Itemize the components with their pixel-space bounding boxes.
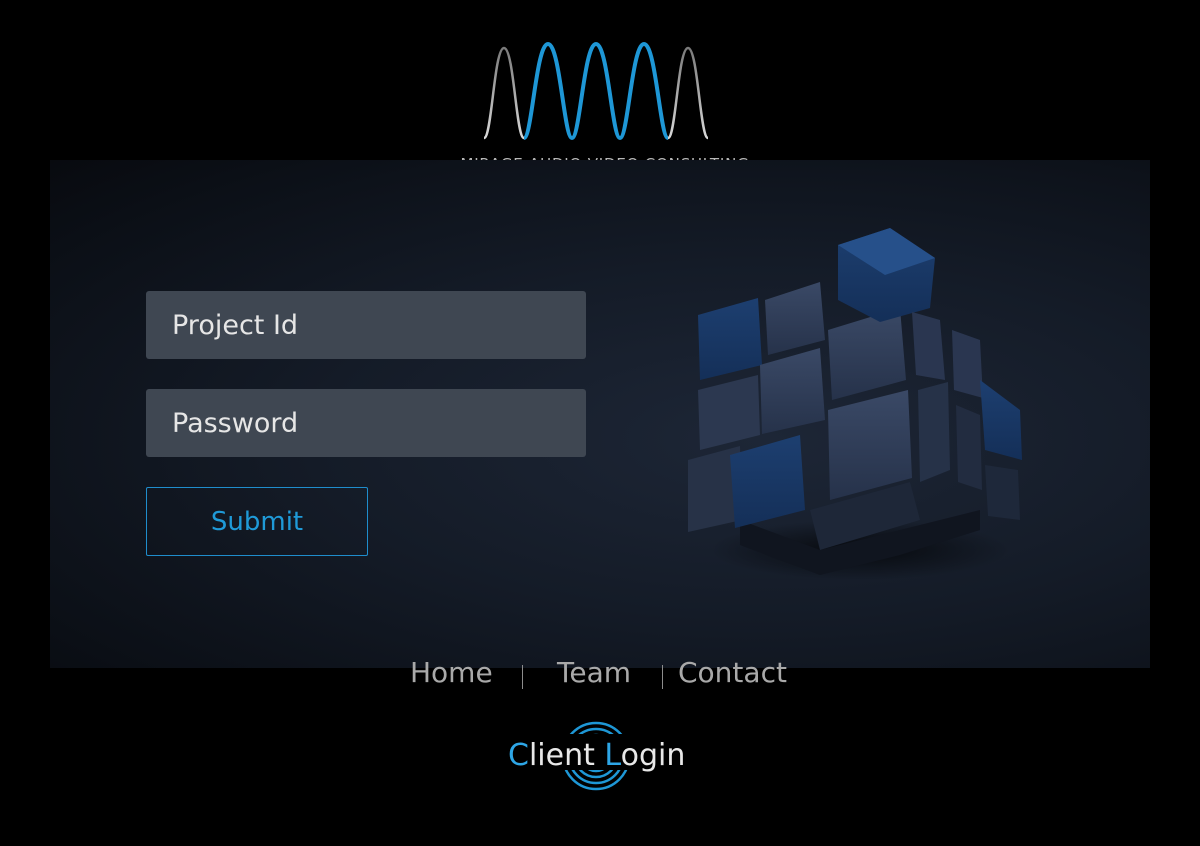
password-input[interactable]	[146, 389, 586, 457]
client-login-word-2: ogin	[620, 738, 686, 773]
nav-team-link[interactable]: Team	[557, 656, 631, 689]
cube-image	[680, 220, 1030, 580]
cube-icon	[688, 228, 1022, 580]
nav-contact-link[interactable]: Contact	[678, 656, 787, 689]
nav-divider	[662, 665, 663, 689]
client-login-letter-c: C	[508, 738, 529, 773]
nav-home-link[interactable]: Home	[410, 656, 493, 689]
waveform-logo-icon	[482, 41, 710, 140]
client-login-button[interactable]: Client Login	[500, 718, 700, 798]
client-login-word-1: lient	[528, 738, 605, 773]
page: MIRAGE AUDIO VIDEO CONSULTING Submit	[0, 0, 1200, 846]
footer-nav: Home Team Contact	[0, 656, 1200, 700]
nav-divider	[522, 665, 523, 689]
client-login-label: Client Login	[508, 738, 685, 773]
project-id-input[interactable]	[146, 291, 586, 359]
client-login-letter-l: L	[604, 738, 621, 773]
submit-button[interactable]: Submit	[146, 487, 368, 556]
